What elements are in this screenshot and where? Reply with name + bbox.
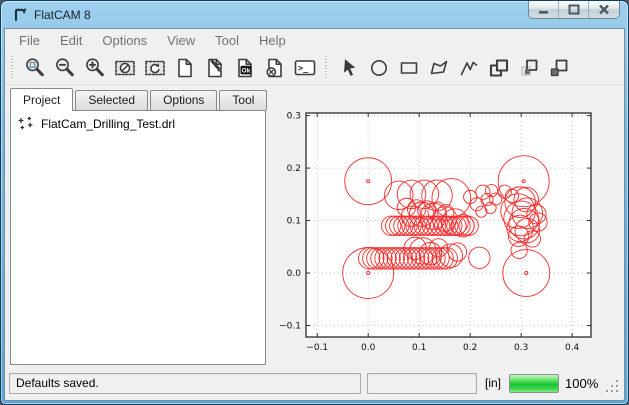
titlebar[interactable]: FlatCAM 8 <box>4 1 625 28</box>
draw-rectangle-button[interactable] <box>394 54 423 82</box>
zoom-out-button[interactable] <box>50 54 79 82</box>
flatcam-logo-icon <box>12 7 28 23</box>
svg-text:>_: >_ <box>298 64 309 74</box>
shell-icon: >_ <box>293 56 317 80</box>
progress-bar-fill <box>510 375 558 392</box>
y-tick-label: 0.1 <box>287 217 301 227</box>
status-message: Defaults saved. <box>16 376 99 390</box>
tree-item-flatcam-drilling-test-drl[interactable]: FlatCam_Drilling_Test.drl <box>11 111 265 136</box>
select-cursor-icon <box>337 56 361 80</box>
replot-button[interactable] <box>140 54 169 82</box>
window-content: FileEditOptionsViewToolHelp Ok>_ Project… <box>4 28 625 401</box>
menu-help[interactable]: Help <box>249 30 296 51</box>
draw-polygon-button[interactable] <box>424 54 453 82</box>
edit-geometry-button[interactable] <box>200 54 229 82</box>
maximize-icon <box>563 3 585 16</box>
cancel-button[interactable] <box>260 54 289 82</box>
replot-icon <box>143 56 167 80</box>
x-tick-label: 0.0 <box>361 343 376 353</box>
draw-polygon-icon <box>427 56 451 80</box>
tree-item-label: FlatCam_Drilling_Test.drl <box>41 117 175 131</box>
draw-path-button[interactable] <box>454 54 483 82</box>
y-tick-label: 0.3 <box>287 112 301 122</box>
x-tick-label: 0.2 <box>463 343 477 353</box>
toolbar-group-2 <box>334 54 573 82</box>
y-tick-label: −0.1 <box>279 321 301 331</box>
zoom-in-icon <box>83 56 107 80</box>
minimize-button[interactable] <box>529 1 559 18</box>
menubar: FileEditOptionsViewToolHelp <box>5 29 624 52</box>
window-title: FlatCAM 8 <box>34 8 91 22</box>
minimize-icon <box>533 3 555 16</box>
toolbar-group-1: Ok >_ <box>20 54 319 82</box>
new-project-icon <box>173 56 197 80</box>
x-tick-label: 0.1 <box>412 343 426 353</box>
zoom-out-icon <box>53 56 77 80</box>
app-window: FlatCAM 8 FileEditOptionsViewToolHelp Ok… <box>0 0 629 405</box>
menu-edit[interactable]: Edit <box>50 30 92 51</box>
tab-project[interactable]: Project <box>10 88 73 111</box>
zoom-fit-button[interactable] <box>20 54 49 82</box>
menu-view[interactable]: View <box>157 30 205 51</box>
draw-path-icon <box>457 56 481 80</box>
y-tick-label: 0.0 <box>287 269 302 279</box>
tab-bar: ProjectSelectedOptionsTool <box>10 87 266 110</box>
new-project-button[interactable] <box>170 54 199 82</box>
left-panel: ProjectSelectedOptionsTool FlatCam_Drill… <box>10 87 266 365</box>
shell-button[interactable]: >_ <box>290 54 319 82</box>
resize-grip[interactable] <box>607 381 620 394</box>
x-tick-label: −0.1 <box>306 343 328 353</box>
draw-circle-icon <box>367 56 391 80</box>
subtract-button[interactable] <box>544 54 573 82</box>
svg-text:Ok: Ok <box>241 67 250 74</box>
cancel-icon <box>263 56 287 80</box>
progress-bar <box>509 374 559 393</box>
intersection-icon <box>517 56 541 80</box>
y-tick-label: 0.2 <box>287 164 301 174</box>
draw-rectangle-icon <box>397 56 421 80</box>
plot-background <box>306 113 591 337</box>
zoom-fit-icon <box>23 56 47 80</box>
close-icon <box>593 3 615 16</box>
status-message-box: Defaults saved. <box>9 373 361 394</box>
progress-percent: 100% <box>565 376 598 391</box>
status-secondary-box <box>367 373 477 394</box>
menu-file[interactable]: File <box>9 30 50 51</box>
subtract-icon <box>547 56 571 80</box>
toolbar-drag-handle[interactable] <box>11 56 15 80</box>
project-tree[interactable]: FlatCam_Drilling_Test.drl <box>10 110 266 365</box>
main-area: ProjectSelectedOptionsTool FlatCam_Drill… <box>5 85 624 369</box>
window-controls <box>528 1 620 19</box>
zoom-in-button[interactable] <box>80 54 109 82</box>
maximize-button[interactable] <box>559 1 589 18</box>
drill-plot[interactable]: −0.1 0.0 0.1 0.2 0.3 0.4 −0.1 0.0 0.1 0.2 0.3 <box>270 87 619 365</box>
clear-plot-icon <box>113 56 137 80</box>
tab-selected[interactable]: Selected <box>75 90 148 110</box>
x-tick-label: 0.4 <box>565 343 580 353</box>
clear-plot-button[interactable] <box>110 54 139 82</box>
accept-ok-icon: Ok <box>233 56 257 80</box>
toolbar-drag-handle[interactable] <box>325 56 329 80</box>
menu-options[interactable]: Options <box>92 30 157 51</box>
edit-geometry-icon <box>203 56 227 80</box>
close-button[interactable] <box>589 1 619 18</box>
accept-ok-button[interactable]: Ok <box>230 54 259 82</box>
tab-tool[interactable]: Tool <box>219 90 267 110</box>
draw-circle-button[interactable] <box>364 54 393 82</box>
statusbar: Defaults saved. [in] 100% <box>5 369 624 400</box>
units-label: [in] <box>483 376 503 390</box>
menu-tool[interactable]: Tool <box>205 30 249 51</box>
plot-canvas[interactable]: −0.1 0.0 0.1 0.2 0.3 0.4 −0.1 0.0 0.1 0.2 0.3 <box>270 87 619 365</box>
tab-options[interactable]: Options <box>150 90 217 110</box>
drill-object-icon <box>17 116 35 131</box>
select-cursor-button[interactable] <box>334 54 363 82</box>
toolbar: Ok >_ <box>5 52 624 85</box>
intersection-button[interactable] <box>514 54 543 82</box>
x-tick-label: 0.3 <box>514 343 528 353</box>
union-button[interactable] <box>484 54 513 82</box>
union-icon <box>487 56 511 80</box>
